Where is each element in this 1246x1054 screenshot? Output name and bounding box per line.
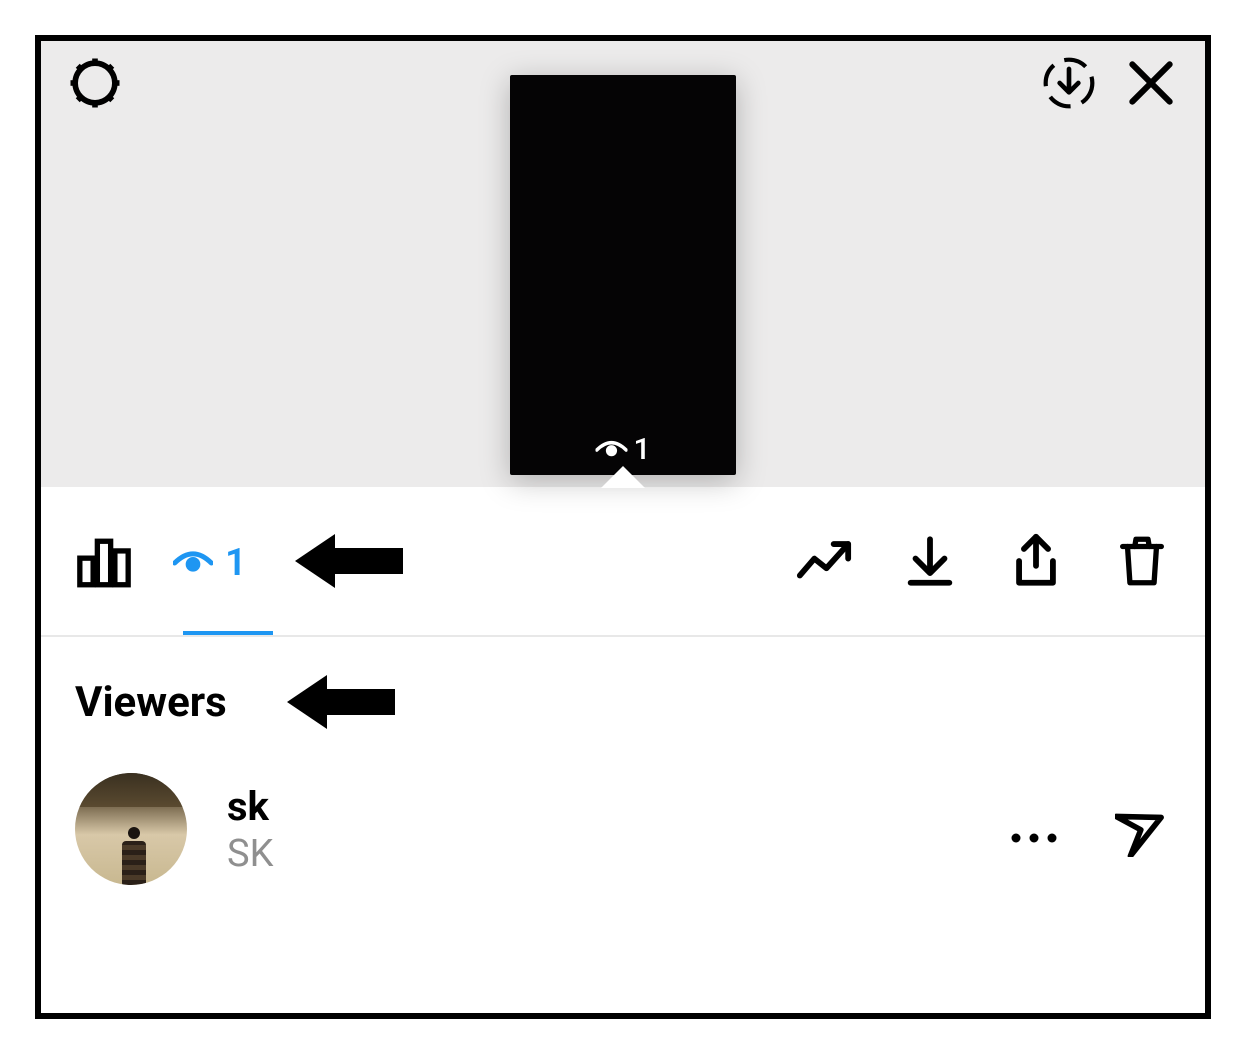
story-viewers-panel: 1 1 [35, 35, 1211, 1019]
thumbnail-selected-pointer [601, 466, 645, 488]
annotation-arrow [295, 526, 405, 596]
close-icon [1123, 55, 1179, 111]
close-button[interactable] [1123, 55, 1179, 111]
download-icon [901, 532, 959, 590]
tab-insights[interactable] [75, 530, 133, 592]
eye-icon [595, 439, 627, 461]
tab-viewers[interactable]: 1 [173, 537, 247, 585]
download-circle-icon [1041, 55, 1097, 111]
viewers-section: Viewers sk SK [41, 637, 1205, 1013]
share-icon [1007, 532, 1065, 590]
tab-viewers-count: 1 [225, 541, 247, 585]
story-view-count-value: 1 [633, 432, 650, 467]
story-toolbar: 1 [41, 487, 1205, 637]
viewer-row: sk SK [75, 773, 1171, 885]
share-button[interactable] [1007, 532, 1065, 590]
settings-button[interactable] [67, 55, 123, 111]
send-icon [1115, 801, 1171, 857]
story-view-count: 1 [595, 432, 650, 467]
viewers-heading: Viewers [75, 678, 227, 727]
boost-button[interactable] [795, 532, 853, 590]
tab-active-underline [183, 631, 273, 635]
viewer-more-button[interactable] [1009, 805, 1059, 853]
viewer-send-button[interactable] [1115, 801, 1171, 857]
eye-icon [173, 549, 213, 577]
viewer-username[interactable]: sk [227, 783, 273, 830]
story-thumbnail[interactable]: 1 [510, 75, 736, 475]
bar-chart-icon [75, 534, 133, 592]
annotation-arrow [287, 667, 397, 737]
viewer-fullname: SK [227, 832, 273, 876]
trending-up-icon [795, 532, 853, 590]
trash-icon [1113, 532, 1171, 590]
gear-icon [67, 55, 123, 111]
delete-button[interactable] [1113, 532, 1171, 590]
viewer-avatar[interactable] [75, 773, 187, 885]
download-button[interactable] [901, 532, 959, 590]
save-story-button[interactable] [1041, 55, 1097, 111]
more-icon [1009, 831, 1059, 845]
story-preview-area: 1 [41, 41, 1205, 487]
